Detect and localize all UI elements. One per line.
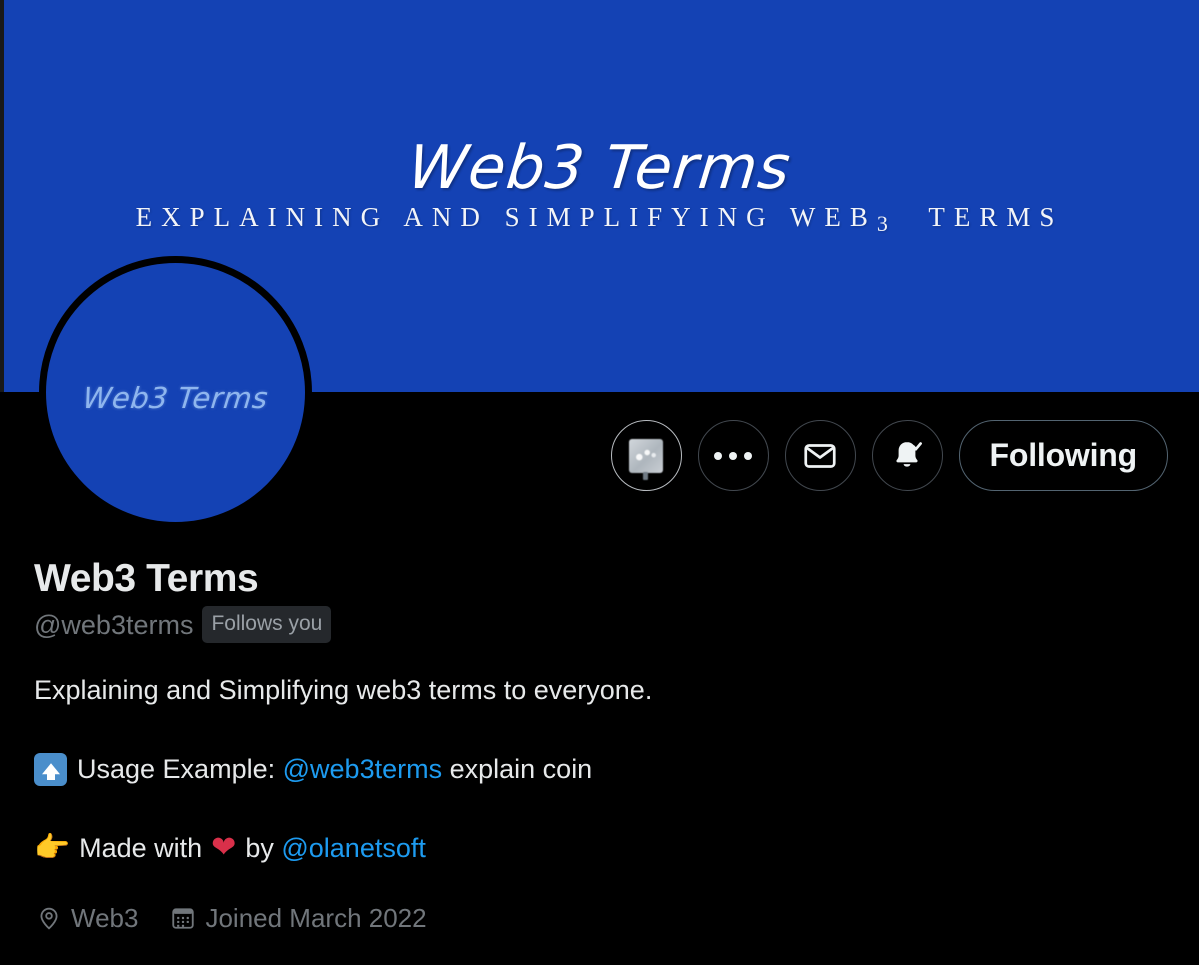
bio-usage-example-label: Usage Example:	[77, 753, 276, 784]
three-dots-icon	[714, 451, 752, 460]
joined-item: Joined March 2022	[170, 901, 427, 935]
profile-bio: Explaining and Simplifying web3 terms to…	[34, 669, 1164, 869]
profile-info: Web3 Terms @web3terms Follows you Explai…	[34, 556, 1164, 869]
message-button[interactable]	[784, 420, 856, 491]
pointing-right-emoji-icon: 👉	[34, 831, 71, 864]
bio-line-1: Explaining and Simplifying web3 terms to…	[34, 669, 1164, 711]
banner-title: Web3 Terms	[404, 133, 795, 203]
banner-subtitle-three: 3	[876, 211, 897, 236]
banner-subtitle-suffix: TERMS	[928, 202, 1064, 232]
following-button[interactable]: Following	[958, 420, 1168, 491]
bio-line-3: 👉 Made with ❤ by @olanetsoft	[34, 827, 1164, 869]
screen-chart-emoji-icon	[629, 438, 663, 480]
banner-subtitle-prefix: EXPLAINING AND SIMPLIFYING WEB	[135, 202, 877, 232]
location-pin-icon	[40, 907, 58, 930]
more-options-button[interactable]	[697, 420, 769, 491]
joined-label: Joined March 2022	[205, 903, 427, 933]
notifications-button[interactable]	[871, 420, 943, 491]
location-item: Web3	[36, 901, 138, 935]
bio-made-with-label: Made with	[79, 832, 203, 863]
highlights-icon-button[interactable]	[610, 420, 682, 491]
arrow-up-emoji-icon	[34, 752, 67, 786]
heart-emoji-icon: ❤	[211, 831, 237, 864]
bio-text-1: Explaining and Simplifying web3 terms to…	[34, 674, 653, 705]
bell-check-icon	[896, 441, 922, 467]
profile-handle: @web3terms	[34, 609, 194, 640]
profile-meta-row: Web3 Joined March 2022	[36, 901, 427, 935]
banner-subtitle: EXPLAINING AND SIMPLIFYING WEB3 TERMS	[0, 200, 1199, 236]
calendar-icon	[172, 908, 195, 929]
profile-action-row: Following	[610, 420, 1168, 491]
avatar-label: Web3 Terms	[81, 380, 270, 415]
envelope-icon	[804, 443, 836, 468]
mention-olanetsoft-link[interactable]: @olanetsoft	[281, 831, 426, 866]
mention-web3terms-link[interactable]: @web3terms	[283, 752, 442, 787]
location-label: Web3	[71, 903, 139, 933]
avatar[interactable]: Web3 Terms	[39, 256, 312, 529]
bio-usage-example-suffix: explain coin	[449, 753, 593, 784]
handle-row: @web3terms Follows you	[34, 606, 1164, 643]
bio-line-2: Usage Example: @web3terms explain coin	[34, 748, 1164, 790]
bio-by-label: by	[245, 832, 274, 863]
page-title: Web3 Terms	[34, 557, 259, 600]
follows-you-badge: Follows you	[202, 606, 332, 643]
